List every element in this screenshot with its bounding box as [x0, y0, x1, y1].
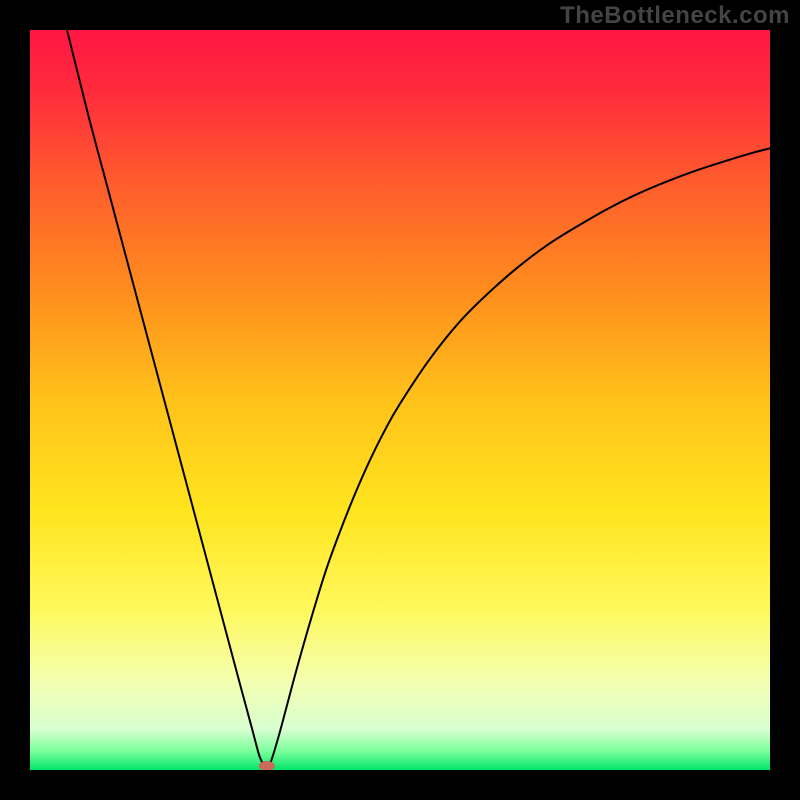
chart-container: TheBottleneck.com — [0, 0, 800, 800]
chart-svg — [30, 30, 770, 770]
watermark-text: TheBottleneck.com — [560, 2, 790, 30]
gradient-background — [30, 30, 770, 770]
plot-area — [30, 30, 770, 770]
